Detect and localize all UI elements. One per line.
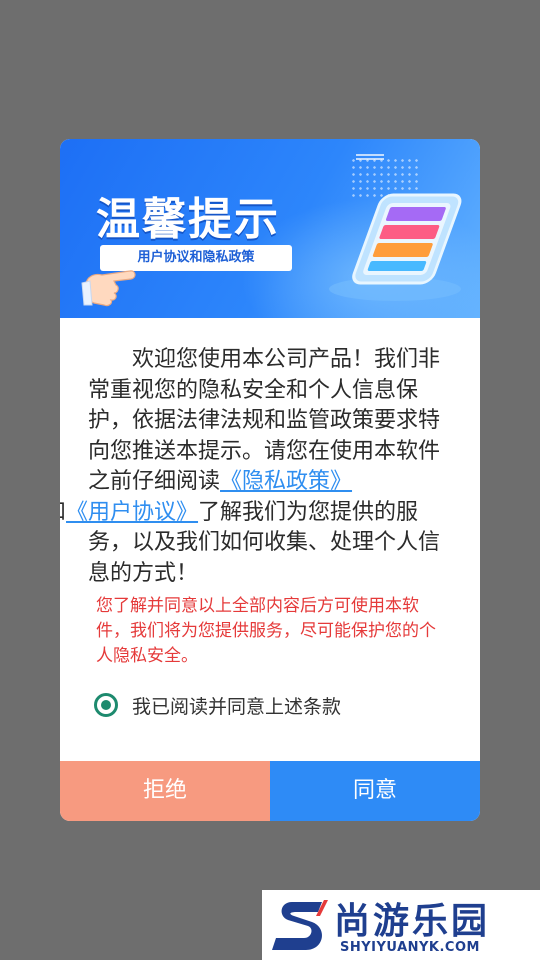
- pointing-hand-icon: [80, 263, 138, 311]
- agree-terms-checkbox[interactable]: 我已阅读并同意上述条款: [94, 692, 341, 718]
- refuse-button[interactable]: 拒绝: [60, 761, 270, 821]
- user-agreement-link[interactable]: 《用户协议》: [66, 500, 198, 525]
- dialog-button-row: 拒绝 同意: [60, 761, 480, 821]
- privacy-dialog: 温馨提示 用户协议和隐私政策 欢迎您使用本公司产品！我们非常重视您的隐私安全和个…: [60, 139, 480, 821]
- agree-button[interactable]: 同意: [270, 761, 480, 821]
- site-name: 尚游乐园: [334, 901, 491, 942]
- site-watermark: 尚游乐园 SHYIYUANYK.COM: [262, 890, 540, 960]
- privacy-policy-link[interactable]: 《隐私政策》: [220, 469, 352, 494]
- site-logo-icon: [272, 894, 330, 960]
- agree-terms-label[interactable]: 我已阅读并同意上述条款: [132, 692, 341, 719]
- site-url: SHYIYUANYK.COM: [340, 940, 480, 955]
- radio-checked-icon[interactable]: [94, 693, 118, 717]
- banner-title: 温馨提示: [96, 194, 280, 245]
- usage-notice: 您了解并同意以上全部内容后方可使用本软件，我们将为您提供服务，尽可能保护您的个人…: [96, 596, 436, 666]
- dialog-banner: 温馨提示 用户协议和隐私政策: [60, 139, 480, 318]
- banner-line-decoration: [356, 154, 384, 160]
- smartphone-illustration-icon: [315, 189, 465, 308]
- dialog-body-text: 欢迎您使用本公司产品！我们非常重视您的隐私安全和个人信息保护，依据法律法规和监管…: [60, 345, 452, 589]
